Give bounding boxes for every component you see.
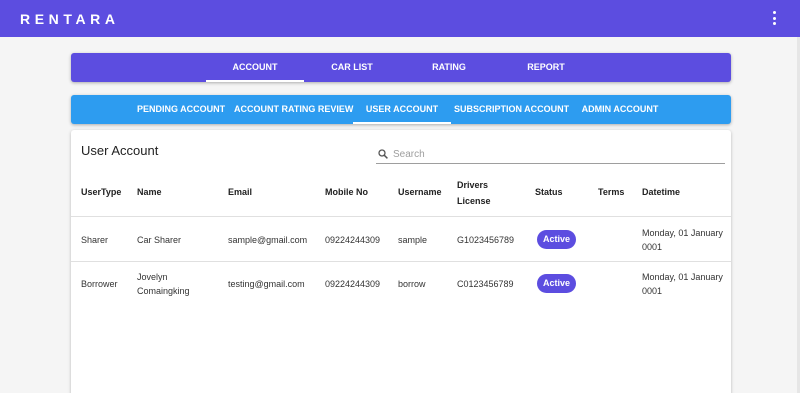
cell-license: G1023456789 xyxy=(457,235,515,245)
cell-name: Jovelyn Comaingking xyxy=(137,272,190,296)
header-username: Username xyxy=(398,187,442,197)
card-title: User Account xyxy=(81,143,159,158)
sub-tab-bar: PENDING ACCOUNT ACCOUNT RATING REVIEW US… xyxy=(71,95,731,124)
tab-account[interactable]: ACCOUNT xyxy=(206,53,304,82)
tab-user-account[interactable]: USER ACCOUNT xyxy=(353,95,451,124)
status-badge[interactable]: Active xyxy=(537,274,576,293)
main-tab-bar: ACCOUNT CAR LIST RATING REPORT xyxy=(71,53,731,82)
cell-username: borrow xyxy=(398,279,426,289)
app-bar: RENTARA xyxy=(0,0,800,37)
tab-rating[interactable]: RATING xyxy=(416,53,482,82)
cell-email: sample@gmail.com xyxy=(228,235,308,245)
header-datetime: Datetime xyxy=(642,187,681,197)
tab-account-rating-review[interactable]: ACCOUNT RATING REVIEW xyxy=(234,95,353,124)
header-user-type: UserType xyxy=(81,187,122,197)
user-account-card: User Account UserType Name Email Mobile … xyxy=(71,130,731,393)
more-vert-icon[interactable] xyxy=(772,11,776,25)
tab-pending-account[interactable]: PENDING ACCOUNT xyxy=(137,95,225,124)
search-icon xyxy=(378,149,388,159)
header-name: Name xyxy=(137,187,162,197)
cell-datetime: Monday, 01 January 0001 xyxy=(642,228,723,252)
tab-car-list[interactable]: CAR LIST xyxy=(319,53,385,82)
status-badge[interactable]: Active xyxy=(537,230,576,249)
header-email: Email xyxy=(228,187,253,197)
header-drivers-license: Drivers License xyxy=(457,180,491,206)
brand-logo: RENTARA xyxy=(20,10,120,27)
row-divider xyxy=(71,216,731,217)
header-status: Status xyxy=(535,187,563,197)
cell-user-type: Borrower xyxy=(81,279,118,289)
tab-subscription-account[interactable]: SUBSCRIPTION ACCOUNT xyxy=(454,95,569,124)
search-input[interactable] xyxy=(393,146,713,162)
header-mobile-no: Mobile No xyxy=(325,187,368,197)
cell-user-type: Sharer xyxy=(81,235,109,245)
cell-mobile: 09224244309 xyxy=(325,235,381,245)
row-divider xyxy=(71,261,731,262)
cell-username: sample xyxy=(398,235,428,245)
cell-email: testing@gmail.com xyxy=(228,279,305,289)
cell-name: Car Sharer xyxy=(137,235,182,245)
cell-mobile: 09224244309 xyxy=(325,279,381,289)
tab-report[interactable]: REPORT xyxy=(513,53,579,82)
search-field xyxy=(376,146,725,164)
cell-datetime: Monday, 01 January 0001 xyxy=(642,272,723,296)
cell-license: C0123456789 xyxy=(457,279,514,289)
tab-admin-account[interactable]: ADMIN ACCOUNT xyxy=(577,95,663,124)
header-terms: Terms xyxy=(598,187,625,197)
